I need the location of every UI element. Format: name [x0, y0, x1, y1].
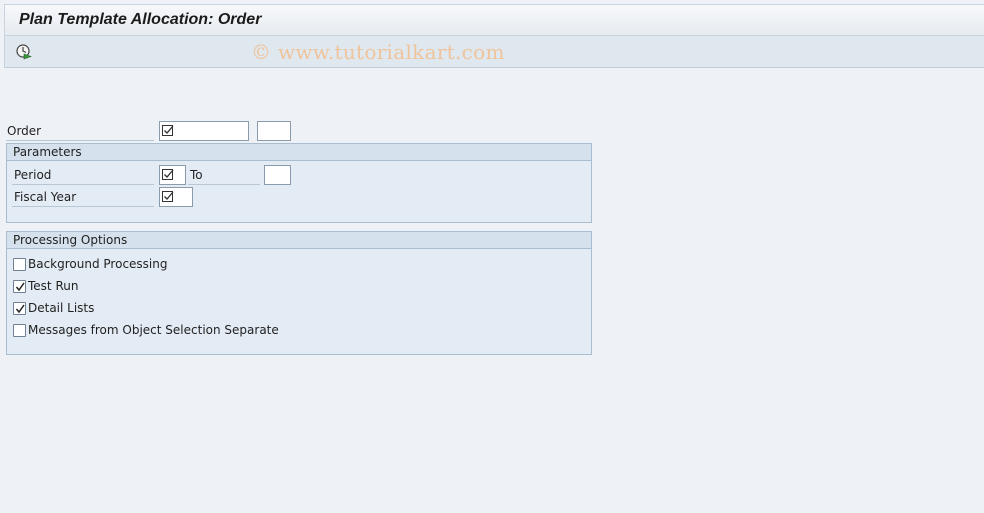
detail-lists-label: Detail Lists: [28, 301, 95, 315]
order-to-input[interactable]: [257, 121, 291, 141]
period-label: Period: [14, 168, 52, 182]
parameters-group-header: Parameters: [7, 144, 591, 161]
period-to-label-underline: [188, 184, 260, 185]
fiscal-year-input[interactable]: [159, 187, 193, 207]
period-to-label: To: [190, 168, 203, 182]
background-processing-checkbox[interactable]: [13, 258, 26, 271]
period-from-input[interactable]: [159, 165, 186, 185]
background-processing-label: Background Processing: [28, 257, 168, 271]
messages-separate-label: Messages from Object Selection Separate: [28, 323, 279, 337]
detail-lists-checkbox[interactable]: [13, 302, 26, 315]
order-label: Order: [7, 124, 42, 138]
fiscal-year-label: Fiscal Year: [14, 190, 77, 204]
test-run-label: Test Run: [28, 279, 79, 293]
application-toolbar: © www.tutorialkart.com: [4, 36, 984, 68]
processing-options-group-header: Processing Options: [7, 232, 591, 249]
fiscal-year-label-underline: [12, 206, 154, 207]
period-label-underline: [12, 184, 154, 185]
watermark-text: © www.tutorialkart.com: [251, 40, 505, 64]
test-run-checkbox[interactable]: [13, 280, 26, 293]
page-title: Plan Template Allocation: Order: [19, 11, 262, 28]
title-bar: Plan Template Allocation: Order: [4, 4, 984, 36]
parameters-group: Parameters: [6, 143, 592, 223]
execute-clock-icon[interactable]: [15, 43, 33, 61]
order-from-input[interactable]: [159, 121, 249, 141]
period-to-input[interactable]: [264, 165, 291, 185]
messages-separate-checkbox[interactable]: [13, 324, 26, 337]
order-label-underline: [6, 140, 154, 141]
